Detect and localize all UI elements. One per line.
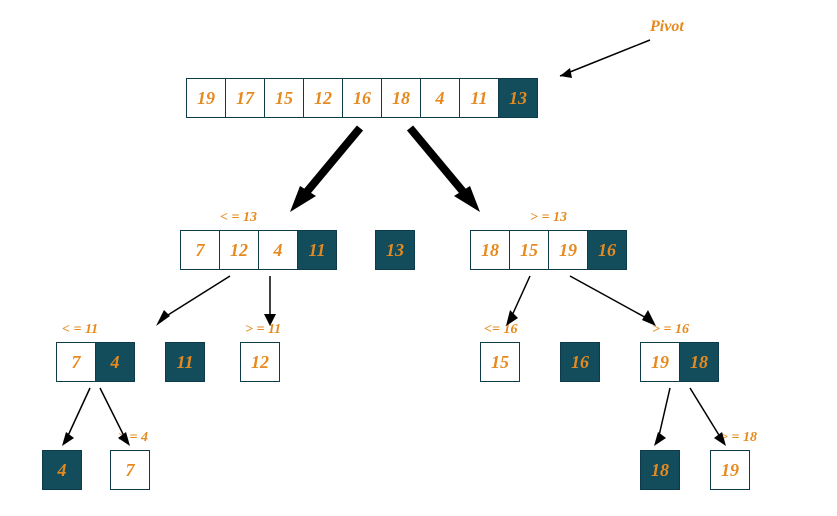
array-l1-mid: 13	[375, 230, 415, 270]
array-cell: 19	[640, 342, 680, 382]
array-cell: 7	[56, 342, 96, 382]
array-l2-rleft: 15	[480, 342, 520, 382]
array-l2-lright: 12	[240, 342, 280, 382]
array-cell: 16	[342, 78, 382, 118]
array-cell: 7	[110, 450, 150, 490]
label-l2-lright: > = 11	[245, 322, 281, 338]
label-l2-rleft: <= 16	[484, 322, 517, 338]
array-l1-right: 18151916	[470, 230, 627, 270]
array-cell: 11	[165, 342, 205, 382]
array-cell: 15	[509, 230, 549, 270]
pivot-label: Pivot	[650, 18, 684, 36]
array-cell: 11	[459, 78, 499, 118]
array-cell: 4	[420, 78, 460, 118]
array-cell: 13	[375, 230, 415, 270]
array-cell: 18	[381, 78, 421, 118]
array-cell: 13	[498, 78, 538, 118]
array-cell: 18	[679, 342, 719, 382]
array-cell: 18	[470, 230, 510, 270]
array-cell: 19	[186, 78, 226, 118]
array-l2-lleft: 74	[56, 342, 135, 382]
label-l1-right: > = 13	[530, 210, 567, 226]
array-cell: 17	[225, 78, 265, 118]
label-l1-left: < = 13	[220, 210, 257, 226]
label-l3-rrright: > = 18	[720, 430, 757, 446]
array-l2-rmid: 16	[560, 342, 600, 382]
label-l3-llright: > = 4	[118, 430, 148, 446]
array-cell: 16	[587, 230, 627, 270]
array-l3-llleft: 4	[42, 450, 82, 490]
array-l3-rrright: 19	[710, 450, 750, 490]
array-cell: 4	[258, 230, 298, 270]
array-l3-rrleft: 18	[640, 450, 680, 490]
array-cell: 18	[640, 450, 680, 490]
array-top: 19171512161841113	[186, 78, 538, 118]
array-cell: 4	[95, 342, 135, 382]
array-l2-rright: 1918	[640, 342, 719, 382]
array-cell: 15	[264, 78, 304, 118]
array-cell: 7	[180, 230, 220, 270]
array-cell: 19	[710, 450, 750, 490]
array-l1-left: 712411	[180, 230, 337, 270]
array-l3-llright: 7	[110, 450, 150, 490]
array-cell: 4	[42, 450, 82, 490]
array-l2-lmid: 11	[165, 342, 205, 382]
array-cell: 12	[303, 78, 343, 118]
label-l2-lleft: < = 11	[62, 322, 98, 338]
array-cell: 11	[297, 230, 337, 270]
array-cell: 12	[219, 230, 259, 270]
array-cell: 16	[560, 342, 600, 382]
array-cell: 15	[480, 342, 520, 382]
array-cell: 19	[548, 230, 588, 270]
label-l2-rright: > = 16	[652, 322, 689, 338]
array-cell: 12	[240, 342, 280, 382]
